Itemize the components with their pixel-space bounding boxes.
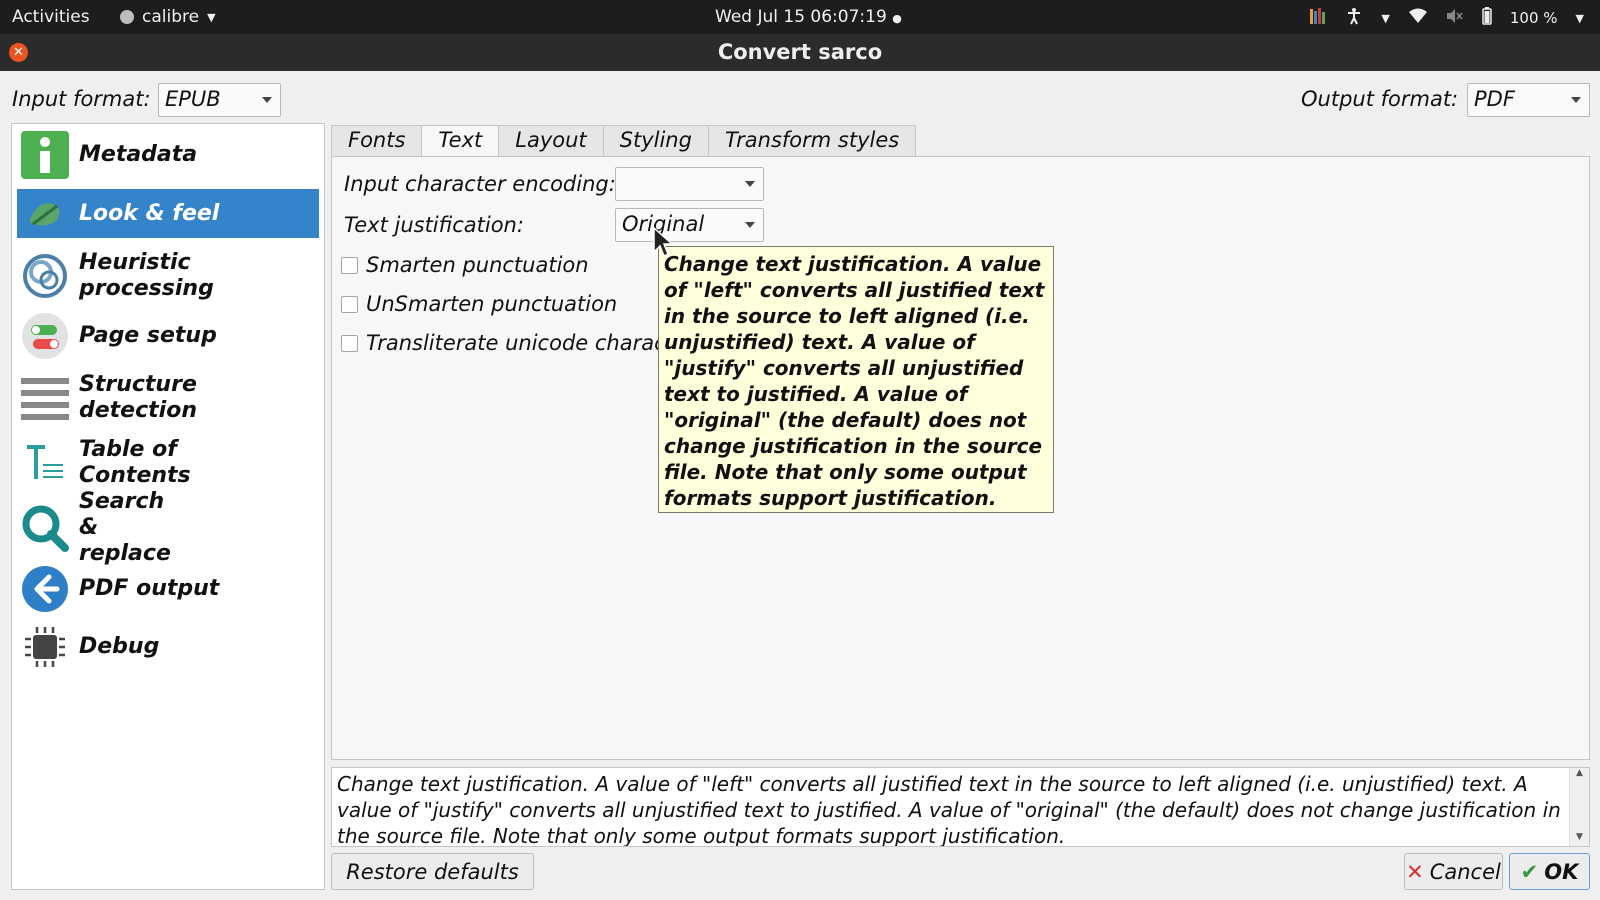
cancel-icon: ✕: [1406, 859, 1424, 884]
help-text: Change text justification. A value of "l…: [337, 772, 1561, 847]
scroll-down-icon[interactable]: ▼: [1570, 832, 1589, 846]
sidebar-item-heuristic-processing[interactable]: Heuristic processing: [17, 245, 319, 307]
sidebar-item-label: Structure detection: [79, 372, 197, 423]
chevron-down-icon: [262, 97, 272, 103]
smarten-punctuation-label[interactable]: Smarten punctuation: [366, 253, 589, 277]
tab-bar: Fonts Text Layout Styling Transform styl…: [331, 125, 917, 158]
ok-button[interactable]: ✔ OK: [1509, 853, 1590, 890]
app-menu[interactable]: calibre ▼: [120, 7, 216, 27]
window-title: Convert sarco: [717, 40, 883, 64]
sidebar-item-label: PDF output: [79, 576, 220, 601]
sidebar-item-label: Search & replace: [79, 489, 171, 566]
app-menu-label: calibre: [142, 7, 200, 27]
check-icon: ✔: [1520, 859, 1539, 884]
search-icon: [19, 502, 71, 554]
system-tray[interactable]: ▼ 100 % ▼: [1309, 7, 1584, 29]
volume-muted-icon[interactable]: [1446, 8, 1464, 28]
system-top-bar: Activities calibre ▼ Wed Jul 15 06:07:19…: [0, 0, 1600, 34]
input-format-select[interactable]: EPUB: [158, 83, 281, 117]
tab-styling[interactable]: Styling: [602, 125, 709, 157]
restore-defaults-label: Restore defaults: [346, 859, 519, 884]
info-icon: [19, 129, 71, 181]
sidebar-item-label: Look & feel: [79, 200, 220, 226]
heuristic-icon: [19, 250, 71, 302]
smarten-punctuation-checkbox[interactable]: [341, 257, 358, 274]
structure-icon: [19, 372, 71, 424]
chevron-down-icon[interactable]: ▼: [1381, 12, 1389, 25]
output-format-value: PDF: [1474, 87, 1515, 111]
tab-transform-styles[interactable]: Transform styles: [707, 125, 917, 157]
input-format-value: EPUB: [165, 87, 221, 111]
sidebar-item-label: Debug: [79, 634, 160, 659]
chevron-down-icon: [1571, 97, 1581, 103]
justification-select[interactable]: Original: [615, 208, 764, 242]
battery-icon[interactable]: [1482, 7, 1492, 29]
tab-text[interactable]: Text: [421, 125, 500, 158]
debug-icon: [19, 621, 71, 673]
tab-fonts[interactable]: Fonts: [331, 125, 423, 157]
notification-dot-icon: ●: [892, 12, 902, 25]
sidebar-item-label: Page setup: [79, 323, 217, 348]
calibre-tray-icon[interactable]: [1309, 7, 1327, 29]
justification-tooltip: Change text justification. A value of "l…: [658, 246, 1054, 513]
sidebar-item-search-replace[interactable]: Search & replace: [17, 489, 319, 566]
restore-defaults-button[interactable]: Restore defaults: [331, 853, 534, 890]
sidebar-item-table-of-contents[interactable]: Table of Contents: [17, 432, 319, 494]
calibre-app-icon: [120, 10, 134, 24]
sidebar: Metadata Look & feel Heuristic processin…: [11, 123, 325, 890]
mouse-cursor-icon: [652, 226, 674, 262]
chevron-down-icon: ▼: [207, 10, 216, 24]
look-feel-icon: [19, 188, 71, 240]
output-format-label: Output format:: [1301, 87, 1459, 111]
input-format-label: Input format:: [12, 87, 151, 111]
sidebar-item-label: Heuristic processing: [79, 250, 214, 301]
sidebar-item-label: Metadata: [79, 142, 198, 167]
sidebar-item-look-feel[interactable]: Look & feel: [17, 189, 319, 238]
encoding-label: Input character encoding:: [344, 172, 616, 196]
unsmarten-punctuation-checkbox[interactable]: [341, 296, 358, 313]
pdf-output-icon: [19, 563, 71, 615]
help-scrollbar[interactable]: ▲ ▼: [1569, 768, 1589, 846]
tab-layout[interactable]: Layout: [498, 125, 604, 157]
ok-label: OK: [1544, 859, 1579, 884]
window-title-bar: ✕ Convert sarco: [0, 34, 1600, 71]
transliterate-unicode-checkbox[interactable]: [341, 335, 358, 352]
sidebar-item-structure-detection[interactable]: Structure detection: [17, 367, 319, 429]
help-text-area[interactable]: Change text justification. A value of "l…: [331, 767, 1590, 847]
transliterate-unicode-label[interactable]: Transliterate unicode charac: [366, 331, 660, 355]
accessibility-icon[interactable]: [1345, 7, 1363, 29]
battery-percent: 100 %: [1509, 9, 1558, 27]
clock-text: Wed Jul 15 06:07:19: [715, 7, 887, 27]
sidebar-item-debug[interactable]: Debug: [17, 619, 319, 675]
activities-button[interactable]: Activities: [12, 7, 90, 27]
justification-label: Text justification:: [344, 213, 524, 237]
sidebar-item-pdf-output[interactable]: PDF output: [17, 561, 319, 617]
chevron-down-icon: [745, 222, 755, 228]
output-format-select[interactable]: PDF: [1467, 83, 1590, 117]
unsmarten-punctuation-label[interactable]: UnSmarten punctuation: [366, 292, 617, 316]
sidebar-item-label: Table of Contents: [79, 437, 191, 488]
encoding-select[interactable]: [615, 167, 764, 201]
sidebar-item-metadata[interactable]: Metadata: [17, 127, 319, 183]
clock[interactable]: Wed Jul 15 06:07:19 ●: [715, 7, 902, 27]
chevron-down-icon[interactable]: ▼: [1576, 12, 1584, 25]
scroll-up-icon[interactable]: ▲: [1570, 768, 1589, 782]
cancel-label: Cancel: [1429, 859, 1501, 884]
cancel-button[interactable]: ✕ Cancel: [1404, 853, 1503, 890]
toc-icon: [19, 437, 71, 489]
wifi-icon[interactable]: [1408, 8, 1428, 28]
sidebar-item-page-setup[interactable]: Page setup: [17, 310, 319, 362]
chevron-down-icon: [745, 181, 755, 187]
page-setup-icon: [19, 310, 71, 362]
